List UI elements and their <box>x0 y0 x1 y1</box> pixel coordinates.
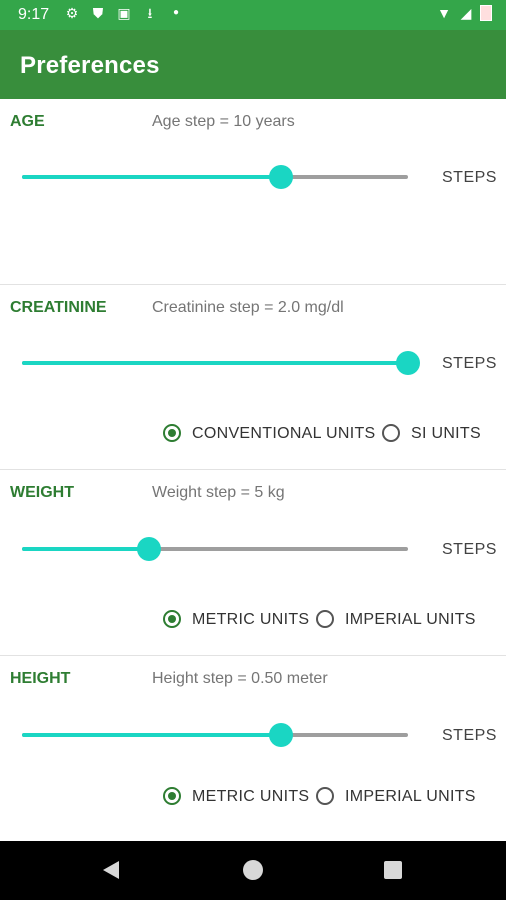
status-notification-icons: ⚙ ⛊ ▣ ⭳ ● <box>64 5 184 21</box>
metric-units-radio[interactable] <box>163 610 181 628</box>
recents-icon[interactable] <box>384 861 402 879</box>
age-steps-button[interactable]: STEPS <box>442 169 497 187</box>
weight-step-text: Weight step = 5 kg <box>152 484 285 501</box>
height-step-text: Height step = 0.50 meter <box>152 670 328 687</box>
age-title: AGE <box>10 113 45 130</box>
status-time: 9:17 <box>18 6 50 23</box>
slider-thumb[interactable] <box>137 537 162 561</box>
app-icon: ▣ <box>117 5 131 21</box>
weight-slider[interactable] <box>0 537 430 561</box>
settings-icon: ⚙ <box>65 5 79 21</box>
age-section: AGE Age step = 10 years STEPS <box>0 99 506 285</box>
metric-units-label[interactable]: METRIC UNITS <box>192 611 309 629</box>
age-slider[interactable] <box>0 165 430 189</box>
creatinine-title: CREATININE <box>10 299 107 316</box>
status-bar: 9:17 ⚙ ⛊ ▣ ⭳ ● ▼ ◢ <box>0 0 506 30</box>
download-icon: ⭳ <box>147 5 153 21</box>
height-title: HEIGHT <box>10 670 71 687</box>
imperial-units-label[interactable]: IMPERIAL UNITS <box>345 788 476 806</box>
slider-fill <box>22 547 150 551</box>
weight-steps-button[interactable]: STEPS <box>442 541 497 559</box>
creatinine-steps-button[interactable]: STEPS <box>442 355 497 373</box>
status-system-icons: ▼ ◢ <box>436 5 492 21</box>
creatinine-step-text: Creatinine step = 2.0 mg/dl <box>152 299 344 316</box>
back-icon[interactable] <box>103 861 119 879</box>
metric-units-label[interactable]: METRIC UNITS <box>192 788 309 806</box>
slider-thumb[interactable] <box>396 351 420 375</box>
conventional-units-radio[interactable] <box>163 424 181 442</box>
slider-thumb[interactable] <box>268 723 293 747</box>
page-title: Preferences <box>20 52 160 79</box>
dot-icon: ● <box>172 7 180 18</box>
slider-fill <box>22 361 408 365</box>
battery-icon <box>480 5 492 21</box>
creatinine-slider[interactable] <box>0 351 430 375</box>
wifi-icon: ▼ <box>437 5 451 21</box>
imperial-units-radio[interactable] <box>316 610 334 628</box>
weight-section: WEIGHT Weight step = 5 kg STEPS METRIC U… <box>0 470 506 656</box>
conventional-units-label[interactable]: CONVENTIONAL UNITS <box>192 425 376 443</box>
height-steps-button[interactable]: STEPS <box>442 727 497 745</box>
metric-units-radio[interactable] <box>163 787 181 805</box>
navigation-bar <box>0 841 506 900</box>
slider-fill <box>22 733 281 737</box>
slider-fill <box>22 175 281 179</box>
imperial-units-radio[interactable] <box>316 787 334 805</box>
imperial-units-label[interactable]: IMPERIAL UNITS <box>345 611 476 629</box>
slider-thumb[interactable] <box>268 165 293 189</box>
height-section: HEIGHT Height step = 0.50 meter STEPS ME… <box>0 656 506 841</box>
shield-icon: ⛊ <box>92 5 104 21</box>
si-units-label[interactable]: SI UNITS <box>411 425 481 443</box>
signal-icon: ◢ <box>460 5 472 21</box>
creatinine-section: CREATININE Creatinine step = 2.0 mg/dl S… <box>0 285 506 470</box>
height-slider[interactable] <box>0 723 430 747</box>
home-icon[interactable] <box>243 860 263 880</box>
app-bar: Preferences <box>0 30 506 99</box>
weight-title: WEIGHT <box>10 484 74 501</box>
age-step-text: Age step = 10 years <box>152 113 295 130</box>
si-units-radio[interactable] <box>382 424 400 442</box>
